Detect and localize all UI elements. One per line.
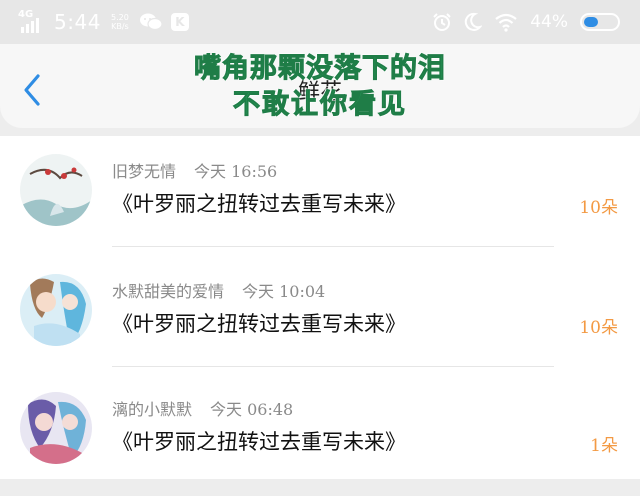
message-time: 今天 10:04 — [242, 282, 326, 301]
status-bar: 4G 5:44 5.20 KB/s K 44% — [0, 0, 640, 44]
divider — [112, 246, 554, 247]
avatar — [20, 154, 92, 226]
message-list: 旧梦无情 今天 16:56 《叶罗丽之扭转过去重写未来》 10朵 水默甜美的爱情今… — [0, 136, 640, 479]
app-badge-icon: K — [170, 13, 189, 31]
speed-value: 5.20 — [111, 13, 129, 22]
wifi-icon — [495, 13, 517, 32]
flower-count: 1朵 — [590, 436, 618, 456]
status-right: 44% — [432, 8, 620, 36]
battery-percent: 44% — [530, 12, 568, 32]
wechat-icon — [139, 13, 163, 31]
avatar — [20, 274, 92, 346]
battery-fill — [584, 17, 598, 27]
list-item[interactable]: 旧梦无情 今天 16:56 《叶罗丽之扭转过去重写未来》 10朵 — [0, 148, 640, 258]
sender-name: 漓的小默默 — [112, 400, 193, 419]
speed-unit: KB/s — [111, 22, 129, 31]
battery-icon — [580, 13, 620, 31]
message-text: 《叶罗丽之扭转过去重写未来》 — [112, 430, 406, 454]
flower-count: 10朵 — [579, 198, 618, 218]
status-left: 4G 5:44 5.20 KB/s K — [18, 8, 189, 36]
message-text: 《叶罗丽之扭转过去重写未来》 — [112, 192, 406, 216]
network-speed: 5.20 KB/s — [109, 13, 131, 31]
overlay-caption-line1: 嘴角那颗没落下的泪 — [194, 53, 446, 85]
overlay-caption-line2: 不敢让你看见 — [233, 89, 407, 121]
message-time: 今天 16:56 — [194, 162, 278, 181]
message-meta: 漓的小默默 今天 06:48 — [112, 396, 293, 420]
list-item[interactable]: 水默甜美的爱情 今天 10:04 《叶罗丽之扭转过去重写未来》 10朵 — [0, 268, 640, 378]
moon-icon — [465, 12, 483, 31]
message-meta: 旧梦无情 今天 16:56 — [112, 158, 277, 182]
message-text: 《叶罗丽之扭转过去重写未来》 — [112, 312, 406, 336]
sender-name: 旧梦无情 — [112, 162, 177, 181]
message-meta: 水默甜美的爱情 今天 10:04 — [112, 278, 325, 302]
avatar — [20, 392, 92, 464]
signal-icon: 4G — [18, 9, 46, 33]
status-time: 5:44 — [54, 10, 101, 34]
flower-count: 10朵 — [579, 318, 618, 338]
nav-bar: 鲜花 嘴角那颗没落下的泪 不敢让你看见 — [0, 44, 640, 128]
sender-name: 水默甜美的爱情 — [112, 282, 225, 301]
list-item[interactable]: 漓的小默默 今天 06:48 《叶罗丽之扭转过去重写未来》 1朵 — [0, 386, 640, 496]
divider — [112, 366, 554, 367]
alarm-icon — [433, 13, 451, 31]
message-time: 今天 06:48 — [210, 400, 294, 419]
